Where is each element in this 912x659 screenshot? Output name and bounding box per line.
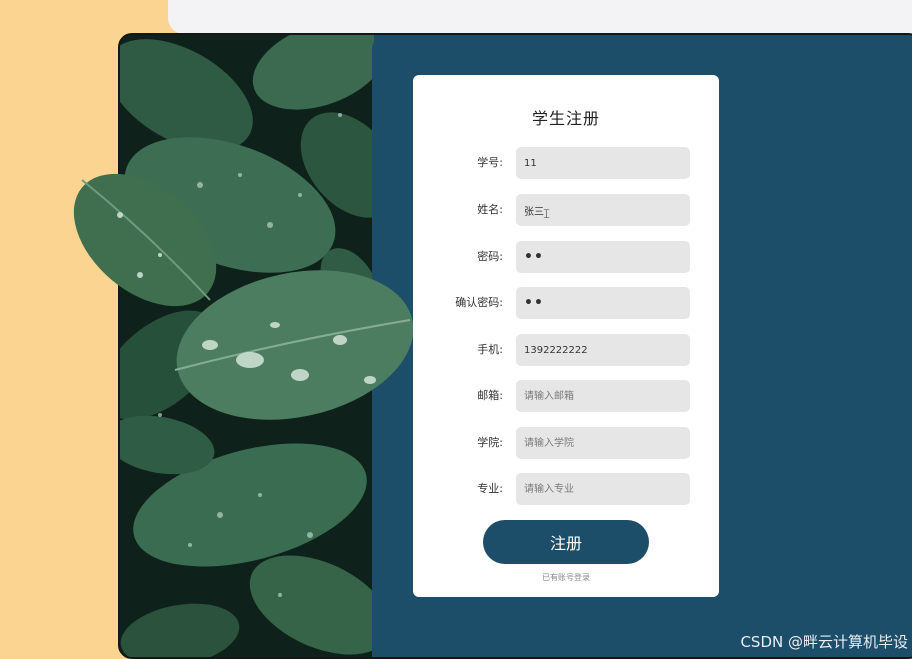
major-input[interactable] (516, 473, 690, 505)
register-button[interactable]: 注册 (483, 520, 649, 564)
field-email: 邮箱: (413, 380, 719, 412)
field-confirm-password: 确认密码: (413, 287, 719, 319)
phone-input[interactable] (516, 334, 690, 366)
major-label: 专业: (477, 482, 503, 495)
college-input[interactable] (516, 427, 690, 459)
name-label: 姓名: (477, 203, 503, 216)
text-cursor-icon: 𝙸 (542, 207, 552, 222)
email-input[interactable] (516, 380, 690, 412)
field-student-id: 学号: (413, 147, 719, 179)
watermark: CSDN @畔云计算机毕设 (740, 633, 908, 651)
password-label: 密码: (477, 250, 503, 263)
student-id-input[interactable] (516, 147, 690, 179)
field-name: 姓名: (413, 194, 719, 226)
form-title: 学生注册 (531, 109, 600, 128)
field-major: 专业: (413, 473, 719, 505)
email-label: 邮箱: (477, 389, 503, 402)
login-link[interactable]: 已有账号登录 (413, 572, 719, 583)
student-id-label: 学号: (477, 156, 503, 169)
register-form: 学生注册 学号: 姓名: 密码: 确认密码: 手机: 邮箱: 学院: 专业: 注… (413, 75, 719, 597)
window-top-strip (168, 0, 912, 34)
password-input[interactable] (516, 241, 690, 273)
confirm-password-input[interactable] (516, 287, 690, 319)
foreground-leaves (73, 173, 414, 420)
field-phone: 手机: (413, 334, 719, 366)
field-college: 学院: (413, 427, 719, 459)
field-password: 密码: (413, 241, 719, 273)
confirm-password-label: 确认密码: (455, 296, 503, 309)
college-label: 学院: (477, 436, 503, 449)
phone-label: 手机: (477, 343, 503, 356)
